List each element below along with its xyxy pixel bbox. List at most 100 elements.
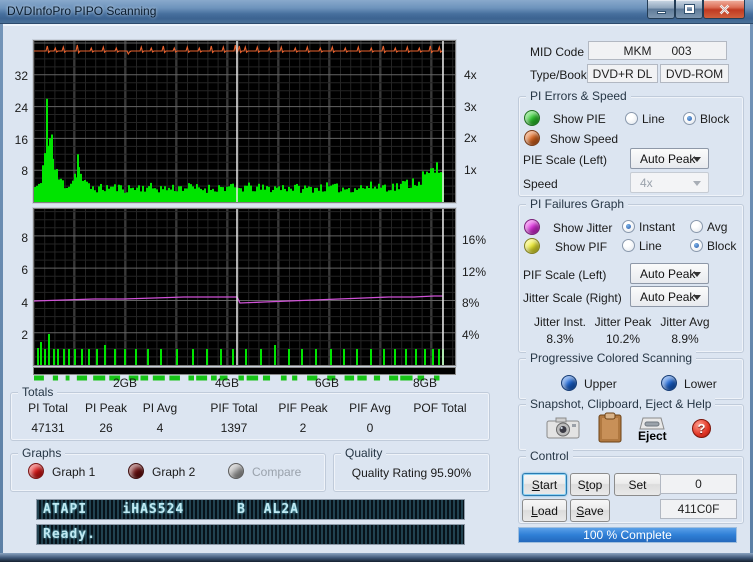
show-jitter-indicator[interactable] <box>524 219 540 235</box>
jitter-scale-value: Auto Peak <box>640 289 696 304</box>
upper-indicator[interactable] <box>561 375 577 391</box>
stop-button[interactable]: Stop <box>570 473 610 496</box>
jitter-scale-dropdown[interactable]: Auto Peak <box>630 286 709 307</box>
pif-scale-dropdown[interactable]: Auto Peak <box>630 263 709 284</box>
drive-info-display: ATAPI iHAS524 B AL2A <box>36 499 465 520</box>
load-button[interactable]: Load <box>522 499 567 522</box>
pie-yaxis-tick: 16 <box>14 133 28 147</box>
jitter-instant-radio[interactable] <box>622 220 635 233</box>
graph2-indicator[interactable] <box>128 463 144 479</box>
show-pif-indicator[interactable] <box>524 238 540 254</box>
totals-header: PIF Peak <box>278 401 328 415</box>
pif-yaxis-tick: 4 <box>21 296 28 310</box>
show-pie-label[interactable]: Show PIE <box>553 112 606 126</box>
pif-block-label[interactable]: Block <box>707 239 736 253</box>
quality-title: Quality <box>341 446 387 460</box>
graph1-label[interactable]: Graph 1 <box>52 465 95 479</box>
jitter-axis-tick: 12% <box>462 265 487 279</box>
jitter-axis-tick: 16% <box>462 233 487 247</box>
pie-groupbox-title: PI Errors & Speed <box>526 89 631 103</box>
title-bar[interactable]: DVDInfoPro PIPO Scanning <box>0 0 753 24</box>
save-button[interactable]: Save <box>570 499 610 522</box>
pif-yaxis-tick: 6 <box>21 263 28 277</box>
type-book-label: Type/Book <box>530 68 587 82</box>
help-icon[interactable]: ? <box>692 419 711 438</box>
progress-bar: 100 % Complete <box>518 527 737 543</box>
maximize-button[interactable] <box>675 0 703 19</box>
minimize-button[interactable] <box>647 0 675 19</box>
jitter-avg-header: Jitter Avg <box>660 315 710 329</box>
quality-rating: Quality Rating 95.90% <box>351 466 472 480</box>
pif-block-radio[interactable] <box>690 239 703 252</box>
disc-type-field[interactable]: DVD+R DL <box>587 64 658 83</box>
speed-label: Speed <box>523 177 558 191</box>
totals-header: PIF Avg <box>349 401 391 415</box>
pif-line-radio[interactable] <box>622 239 635 252</box>
close-icon <box>719 4 729 14</box>
show-pif-label[interactable]: Show PIF <box>555 240 607 254</box>
xaxis-tick-6gb: 6GB <box>314 376 339 390</box>
totals-title: Totals <box>18 385 58 399</box>
jitter-axis-tick: 8% <box>462 296 480 310</box>
pie-line-label[interactable]: Line <box>642 112 665 126</box>
chevron-down-icon <box>693 272 701 277</box>
set-button[interactable]: Set <box>614 473 661 496</box>
speed-axis-tick: 1x <box>464 163 477 177</box>
window-title: DVDInfoPro PIPO Scanning <box>7 4 157 18</box>
chevron-down-icon <box>693 157 701 162</box>
totals-header: PI Peak <box>84 401 128 415</box>
lower-label[interactable]: Lower <box>684 377 717 391</box>
jitter-inst-header: Jitter Inst. <box>533 315 586 329</box>
show-speed-indicator[interactable] <box>524 130 540 146</box>
help-glyph: ? <box>697 421 706 436</box>
upper-label[interactable]: Upper <box>584 377 617 391</box>
totals-header: PI Avg <box>142 401 178 415</box>
progressive-title: Progressive Colored Scanning <box>526 351 697 365</box>
pie-graph-plot[interactable] <box>33 40 456 203</box>
eject-icon-label[interactable]: Eject <box>638 429 667 443</box>
jitter-instant-label[interactable]: Instant <box>639 220 675 234</box>
quality-strip-canvas <box>34 375 440 381</box>
totals-header: POF Total <box>413 401 467 415</box>
jitter-peak-header: Jitter Peak <box>594 315 652 329</box>
totals-value: 1397 <box>220 421 248 435</box>
book-type-field[interactable]: DVD-ROM <box>660 64 729 83</box>
jitter-avg-value: 8.9% <box>671 332 699 346</box>
pif-line-label[interactable]: Line <box>639 239 662 253</box>
clipboard-icon[interactable] <box>598 412 622 443</box>
show-pie-indicator[interactable] <box>524 110 540 126</box>
status-display: Ready. <box>36 524 465 545</box>
start-button[interactable]: Start <box>522 473 567 496</box>
pie-block-label[interactable]: Block <box>700 112 729 126</box>
totals-value: 0 <box>366 421 374 435</box>
chevron-down-icon <box>693 181 701 186</box>
lower-indicator[interactable] <box>661 375 677 391</box>
show-speed-label[interactable]: Show Speed <box>550 132 618 146</box>
jitter-avg-radio[interactable] <box>690 220 703 233</box>
xaxis-tick-2gb: 2GB <box>112 376 137 390</box>
graph1-indicator[interactable] <box>28 463 44 479</box>
close-button[interactable] <box>703 0 745 19</box>
counter-field[interactable]: 0 <box>660 474 737 494</box>
speed-axis-tick: 2x <box>464 131 477 145</box>
mid-code-field[interactable]: MKM 003 <box>588 41 727 60</box>
totals-header: PI Total <box>28 401 68 415</box>
pie-line-radio[interactable] <box>625 112 638 125</box>
jitter-avg-label[interactable]: Avg <box>707 220 727 234</box>
address-field[interactable]: 411C0F <box>660 499 737 519</box>
mid-code-label: MID Code <box>530 45 585 59</box>
pie-scale-dropdown[interactable]: Auto Peak <box>630 148 709 169</box>
speed-axis-tick: 4x <box>464 68 477 82</box>
show-jitter-label[interactable]: Show Jitter <box>553 221 612 235</box>
pif-graph-plot[interactable] <box>33 208 456 366</box>
pie-block-radio[interactable] <box>683 112 696 125</box>
totals-value: 4 <box>156 421 164 435</box>
totals-value: 26 <box>99 421 113 435</box>
compare-indicator <box>228 463 244 479</box>
camera-icon[interactable] <box>546 416 580 439</box>
graph2-label[interactable]: Graph 2 <box>152 465 195 479</box>
window-left-border <box>0 24 3 556</box>
speed-value: 4x <box>640 175 653 190</box>
chevron-down-icon <box>693 295 701 300</box>
pif-groupbox-title: PI Failures Graph <box>526 197 629 211</box>
